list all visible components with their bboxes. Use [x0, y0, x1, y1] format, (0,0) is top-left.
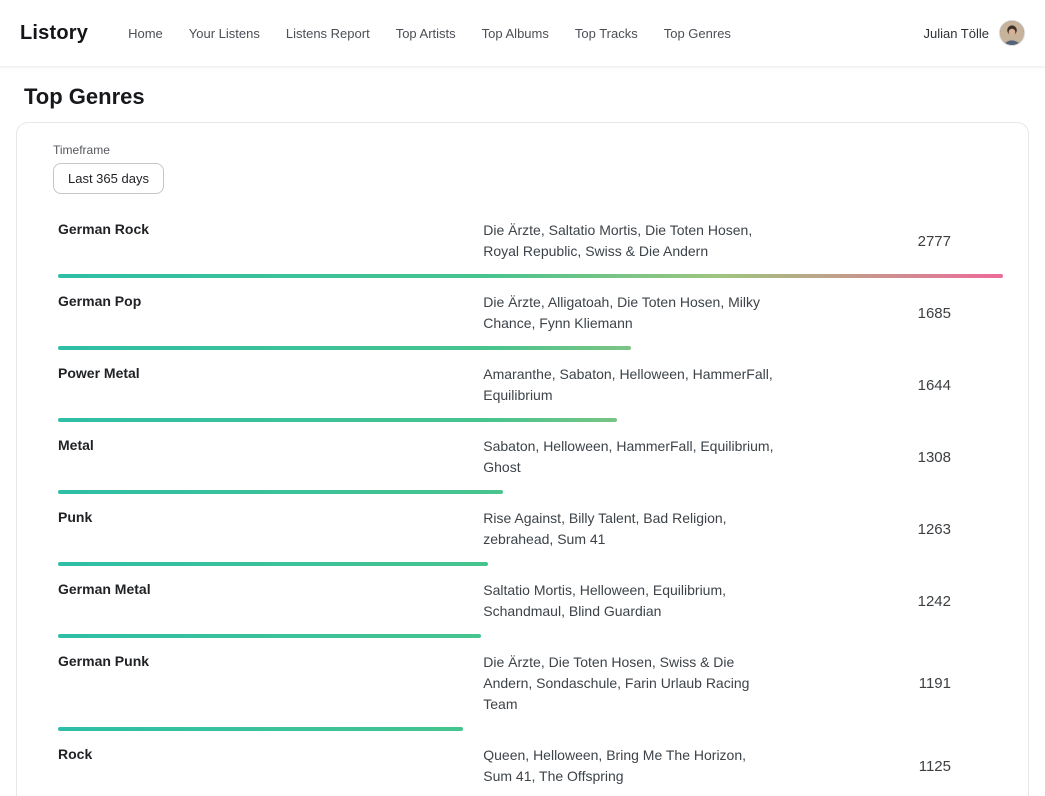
- genre-count: 1308: [776, 449, 1003, 466]
- genre-progress-bar: [58, 562, 488, 566]
- genre-artists: Rise Against, Billy Talent, Bad Religion…: [483, 508, 776, 550]
- genre-artists: Amaranthe, Sabaton, Helloween, HammerFal…: [483, 364, 776, 406]
- genre-progress-track: [58, 418, 1003, 422]
- table-row[interactable]: Punk Rise Against, Billy Talent, Bad Rel…: [58, 508, 1003, 566]
- genre-name: Power Metal: [58, 364, 483, 381]
- genre-progress-bar: [58, 727, 463, 731]
- genre-artists: Saltatio Mortis, Helloween, Equilibrium,…: [483, 580, 776, 622]
- nav-item-your-listens[interactable]: Your Listens: [189, 26, 260, 41]
- genre-name: Rock: [58, 745, 483, 762]
- genre-progress-bar: [58, 634, 481, 638]
- table-row-content: Power Metal Amaranthe, Sabaton, Hellowee…: [58, 364, 1003, 406]
- table-row-content: German Metal Saltatio Mortis, Helloween,…: [58, 580, 1003, 622]
- table-row[interactable]: Power Metal Amaranthe, Sabaton, Hellowee…: [58, 364, 1003, 422]
- genre-count: 1191: [776, 675, 1003, 692]
- timeframe-control: Timeframe Last 365 days: [37, 143, 1003, 194]
- genre-progress-track: [58, 274, 1003, 278]
- genre-progress-bar: [58, 418, 617, 422]
- genre-progress-track: [58, 727, 1003, 731]
- table-row-content: Punk Rise Against, Billy Talent, Bad Rel…: [58, 508, 1003, 550]
- nav-item-listens-report[interactable]: Listens Report: [286, 26, 370, 41]
- table-row-content: Rock Queen, Helloween, Bring Me The Hori…: [58, 745, 1003, 787]
- table-row-content: German Rock Die Ärzte, Saltatio Mortis, …: [58, 220, 1003, 262]
- nav-item-top-artists[interactable]: Top Artists: [396, 26, 456, 41]
- genre-table: German Rock Die Ärzte, Saltatio Mortis, …: [37, 220, 1003, 796]
- table-row-content: German Pop Die Ärzte, Alligatoah, Die To…: [58, 292, 1003, 334]
- genre-progress-track: [58, 562, 1003, 566]
- genre-count: 1125: [776, 758, 1003, 775]
- user-avatar[interactable]: [999, 20, 1025, 46]
- genre-artists: Die Ärzte, Alligatoah, Die Toten Hosen, …: [483, 292, 776, 334]
- genre-name: German Punk: [58, 652, 483, 669]
- page-title: Top Genres: [24, 84, 1045, 110]
- brand-logo[interactable]: Listory: [20, 22, 88, 45]
- genre-count: 1242: [776, 593, 1003, 610]
- genre-count: 1263: [776, 521, 1003, 538]
- genre-artists: Sabaton, Helloween, HammerFall, Equilibr…: [483, 436, 776, 478]
- table-row-content: Metal Sabaton, Helloween, HammerFall, Eq…: [58, 436, 1003, 478]
- genre-progress-bar: [58, 346, 631, 350]
- genre-progress-track: [58, 634, 1003, 638]
- top-navigation-bar: Listory Home Your Listens Listens Report…: [0, 0, 1045, 66]
- genre-progress-track: [58, 346, 1003, 350]
- genre-name: German Metal: [58, 580, 483, 597]
- timeframe-label: Timeframe: [53, 143, 1003, 157]
- timeframe-select[interactable]: Last 365 days: [53, 163, 164, 194]
- genre-progress-track: [58, 490, 1003, 494]
- table-row[interactable]: German Pop Die Ärzte, Alligatoah, Die To…: [58, 292, 1003, 350]
- genre-artists: Queen, Helloween, Bring Me The Horizon, …: [483, 745, 776, 787]
- genre-name: Punk: [58, 508, 483, 525]
- genre-count: 2777: [776, 233, 1003, 250]
- user-name: Julian Tölle: [923, 26, 989, 41]
- nav-item-top-albums[interactable]: Top Albums: [482, 26, 549, 41]
- genre-count: 1644: [776, 377, 1003, 394]
- table-row[interactable]: German Rock Die Ärzte, Saltatio Mortis, …: [58, 220, 1003, 278]
- table-row[interactable]: German Metal Saltatio Mortis, Helloween,…: [58, 580, 1003, 638]
- genre-progress-bar: [58, 490, 503, 494]
- nav-item-top-tracks[interactable]: Top Tracks: [575, 26, 638, 41]
- genre-artists: Die Ärzte, Saltatio Mortis, Die Toten Ho…: [483, 220, 776, 262]
- main-nav: Home Your Listens Listens Report Top Art…: [128, 26, 923, 41]
- user-menu[interactable]: Julian Tölle: [923, 20, 1025, 46]
- genre-artists: Die Ärzte, Die Toten Hosen, Swiss & Die …: [483, 652, 776, 715]
- nav-item-top-genres[interactable]: Top Genres: [664, 26, 731, 41]
- nav-item-home[interactable]: Home: [128, 26, 163, 41]
- table-row[interactable]: German Punk Die Ärzte, Die Toten Hosen, …: [58, 652, 1003, 731]
- table-row[interactable]: Metal Sabaton, Helloween, HammerFall, Eq…: [58, 436, 1003, 494]
- genre-name: German Pop: [58, 292, 483, 309]
- table-row-content: German Punk Die Ärzte, Die Toten Hosen, …: [58, 652, 1003, 715]
- genre-progress-bar: [58, 274, 1003, 278]
- genre-name: German Rock: [58, 220, 483, 237]
- genre-name: Metal: [58, 436, 483, 453]
- genre-count: 1685: [776, 305, 1003, 322]
- table-row[interactable]: Rock Queen, Helloween, Bring Me The Hori…: [58, 745, 1003, 796]
- top-genres-card: Timeframe Last 365 days German Rock Die …: [16, 122, 1029, 796]
- avatar-photo-icon: [1000, 20, 1024, 46]
